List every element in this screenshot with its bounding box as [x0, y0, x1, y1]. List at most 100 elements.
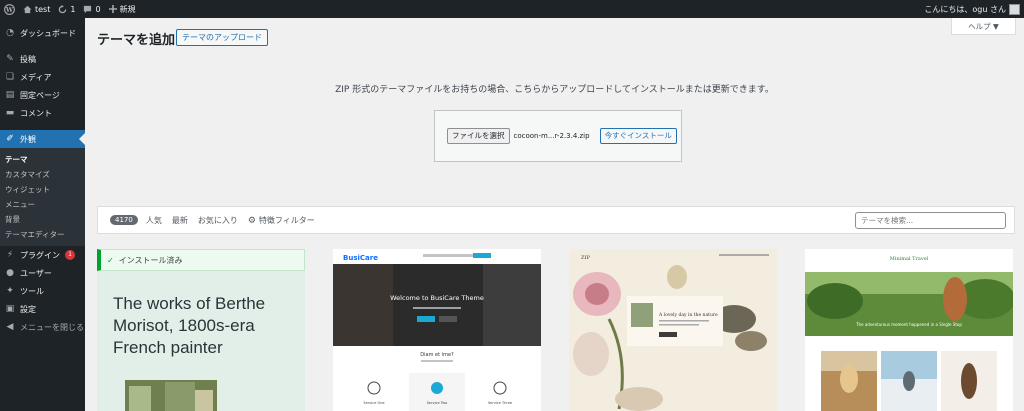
- sidebar-item-label: プラグイン: [20, 250, 60, 260]
- submenu-item-widgets[interactable]: ウィジェット: [0, 182, 85, 197]
- sidebar-item-label: 固定ページ: [20, 90, 60, 100]
- sidebar-item-plugins[interactable]: ⚡ プラグイン 1: [0, 246, 85, 264]
- new-label: 新規: [119, 4, 136, 14]
- installed-label: インストール済み: [118, 255, 183, 265]
- upload-description: ZIP 形式のテーマファイルをお持ちの場合、こちらからアップロードしてインストー…: [335, 85, 774, 95]
- sidebar-item-comments[interactable]: ▬ コメント: [0, 104, 85, 122]
- sidebar-item-tools[interactable]: ✦ ツール: [0, 282, 85, 300]
- home-icon: [23, 5, 32, 13]
- comments-count: 0: [95, 4, 101, 14]
- sidebar-item-media[interactable]: ❏ メディア: [0, 68, 85, 86]
- gear-icon: ⚙: [247, 215, 256, 226]
- install-now-button[interactable]: 今すぐインストール: [599, 128, 677, 144]
- sidebar-item-settings[interactable]: ▣ 設定: [0, 300, 85, 318]
- collapse-icon: ◀: [6, 322, 14, 332]
- filter-latest[interactable]: 最新: [172, 215, 188, 226]
- busicare-preview: BusiCare Welcome to BusiCare Theme Diam …: [333, 249, 541, 411]
- travel-caption: The adventurous moment happened in a Sin…: [855, 322, 962, 327]
- submenu-item-customize[interactable]: カスタマイズ: [0, 167, 85, 182]
- dashboard-icon: ◔: [6, 28, 14, 38]
- page-title: テーマを追加: [97, 33, 176, 48]
- help-label: ヘルプ ▼: [968, 21, 999, 31]
- svg-text:W: W: [5, 5, 14, 13]
- filter-favorites[interactable]: お気に入り: [198, 215, 238, 226]
- sidebar-item-posts[interactable]: ✎ 投稿: [0, 50, 85, 68]
- theme-preview-text: The works of Berthe Morisot, 1800s-era F…: [113, 294, 266, 357]
- choose-file-button[interactable]: ファイルを選択: [447, 128, 510, 144]
- feature-filter-label: 特徴フィルター: [258, 215, 315, 225]
- sidebar-item-appearance[interactable]: ✐ 外観: [0, 130, 85, 148]
- submenu-item-themes[interactable]: テーマ: [0, 152, 85, 167]
- media-icon: ❏: [5, 72, 15, 82]
- site-name: test: [35, 4, 51, 14]
- wp-logo-menu[interactable]: W: [0, 0, 19, 18]
- busicare-brand: BusiCare: [343, 254, 378, 262]
- pin-icon: ✎: [6, 54, 14, 64]
- admin-sidebar: ◔ ダッシュボード ✎ 投稿 ❏ メディア ▤ 固定ページ ▬ コメント ✐ 外…: [0, 18, 85, 411]
- submenu-item-background[interactable]: 背景: [0, 212, 85, 227]
- user-icon: ●: [6, 268, 14, 278]
- upload-form: ファイルを選択 cocoon-m...r-2.3.4.zip 今すぐインストール: [434, 110, 682, 162]
- checkmark-icon: ✓: [107, 255, 114, 265]
- zip-headline: A lovely day in the nature: [658, 312, 718, 318]
- sidebar-item-dashboard[interactable]: ◔ ダッシュボード: [0, 24, 85, 42]
- comments-menu[interactable]: 0: [79, 0, 104, 18]
- greeting-text: こんにちは、ogu さん: [924, 4, 1006, 14]
- sidebar-item-label: メニューを閉じる: [20, 322, 84, 332]
- page-icon: ▤: [5, 90, 15, 100]
- updates-menu[interactable]: 1: [54, 0, 79, 18]
- sidebar-item-label: 設定: [20, 304, 36, 314]
- paintbrush-icon: ✐: [6, 134, 14, 144]
- site-name-menu[interactable]: test: [19, 0, 54, 18]
- travel-theme-preview: Minimal Travel The adventurous moment ha…: [805, 249, 1013, 411]
- theme-filter-bar: 4170 人気 最新 お気に入り ⚙ 特徴フィルター: [97, 206, 1015, 234]
- comment-icon: ▬: [5, 108, 15, 118]
- admin-bar: W test 1 0 新規 こんにちは、ogu さん: [0, 0, 1024, 18]
- wrench-icon: ✦: [6, 286, 14, 296]
- busicare-feature-2: Service Two: [427, 401, 448, 405]
- zip-brand: ZIP: [581, 255, 590, 261]
- busicare-feature-3: Service Three: [488, 401, 512, 405]
- theme-card-busicare[interactable]: BusiCare Welcome to BusiCare Theme Diam …: [333, 249, 541, 411]
- avatar: [1009, 3, 1020, 15]
- wordpress-logo-icon: W: [4, 3, 15, 15]
- sidebar-item-label: 投稿: [20, 54, 36, 64]
- settings-icon: ▣: [5, 304, 15, 314]
- theme-card-travel[interactable]: Minimal Travel The adventurous moment ha…: [805, 249, 1013, 411]
- upload-theme-button[interactable]: テーマのアップロード: [176, 29, 268, 46]
- new-content-menu[interactable]: 新規: [105, 0, 140, 18]
- feature-filter-link[interactable]: ⚙ 特徴フィルター: [248, 215, 315, 226]
- comment-icon: [84, 5, 92, 13]
- sidebar-item-users[interactable]: ● ユーザー: [0, 264, 85, 282]
- busicare-feature-1: Service One: [363, 401, 384, 405]
- busicare-tagline: Diam et ime?: [420, 352, 454, 358]
- sidebar-item-pages[interactable]: ▤ 固定ページ: [0, 86, 85, 104]
- theme-card-installed[interactable]: ✓ インストール済み The works of Berthe Morisot, …: [97, 249, 305, 411]
- zip-theme-preview: ZIP A lovely day in the nature: [569, 249, 777, 411]
- sidebar-item-label: ユーザー: [20, 268, 52, 278]
- submenu-item-theme-editor[interactable]: テーマエディター: [0, 227, 85, 242]
- sidebar-item-label: ツール: [20, 286, 44, 296]
- submenu-item-menus[interactable]: メニュー: [0, 197, 85, 212]
- filter-popular[interactable]: 人気: [146, 215, 162, 226]
- collapse-menu-button[interactable]: ◀ メニューを閉じる: [0, 318, 85, 336]
- sidebar-item-label: ダッシュボード: [20, 28, 76, 38]
- plugin-icon: ⚡: [6, 250, 14, 260]
- plugin-update-badge: 1: [65, 250, 75, 260]
- sidebar-item-label: 外観: [20, 134, 36, 144]
- help-tab-button[interactable]: ヘルプ ▼: [951, 18, 1016, 35]
- theme-count-badge: 4170: [110, 215, 138, 225]
- updates-count: 1: [70, 4, 76, 14]
- updates-icon: [59, 4, 67, 13]
- sidebar-item-label: コメント: [20, 108, 52, 118]
- theme-card-zip[interactable]: ZIP A lovely day in the nature: [569, 249, 777, 411]
- appearance-submenu: テーマ カスタマイズ ウィジェット メニュー 背景 テーマエディター: [0, 148, 85, 246]
- plus-icon: [108, 5, 117, 13]
- painting-thumbnail: [125, 380, 217, 411]
- main-content: ヘルプ ▼ テーマを追加 テーマのアップロード ZIP 形式のテーマファイルをお…: [85, 18, 1024, 411]
- my-account-menu[interactable]: こんにちは、ogu さん: [920, 0, 1024, 18]
- theme-search-input[interactable]: [855, 212, 1006, 229]
- installed-notice: ✓ インストール済み: [97, 249, 305, 271]
- busicare-headline: Welcome to BusiCare Theme: [390, 294, 484, 302]
- selected-file-name: cocoon-m...r-2.3.4.zip: [513, 132, 590, 140]
